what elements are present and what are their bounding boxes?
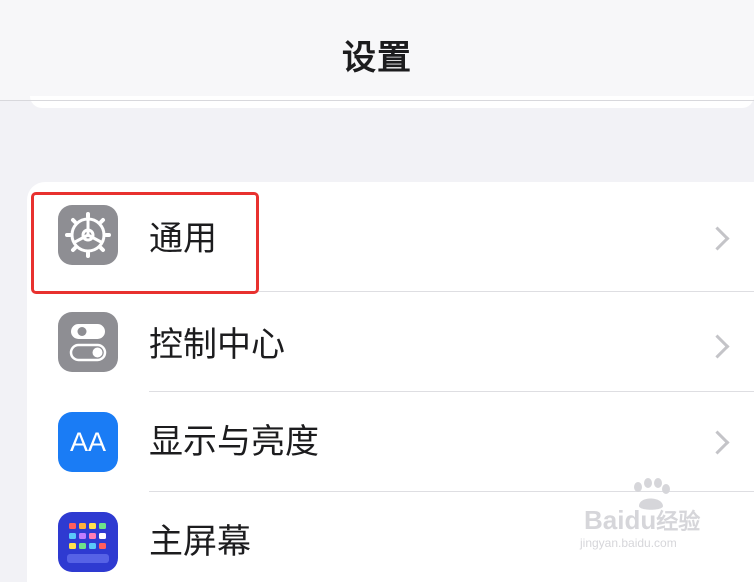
text-size-icon: AA [58,412,118,472]
highlight-annotation [31,192,259,294]
navigation-bar: 设置 [0,0,754,100]
chevron-right-icon [705,334,730,359]
chevron-right-icon [705,226,730,251]
settings-row-control-center[interactable]: 控制中心 [27,292,754,392]
watermark-url: jingyan.baidu.com [580,536,677,550]
chevron-right-icon [705,430,730,455]
settings-row-label: 控制中心 [149,325,285,365]
previous-section-card [30,96,754,108]
text-size-glyph: AA [69,427,107,457]
watermark-suffix-text: 经验 [656,509,701,534]
settings-row-label: 显示与亮度 [149,422,319,462]
app-grid-icon [58,512,118,572]
watermark-brand: Baidu经验 [584,504,700,536]
settings-row-label: 主屏幕 [149,522,251,562]
watermark: Baidu经验 jingyan.baidu.com [576,476,746,556]
watermark-brand-text: Baidu [584,505,657,535]
page-title: 设置 [342,38,412,78]
toggles-icon [58,312,118,372]
navbar-divider [0,100,754,101]
